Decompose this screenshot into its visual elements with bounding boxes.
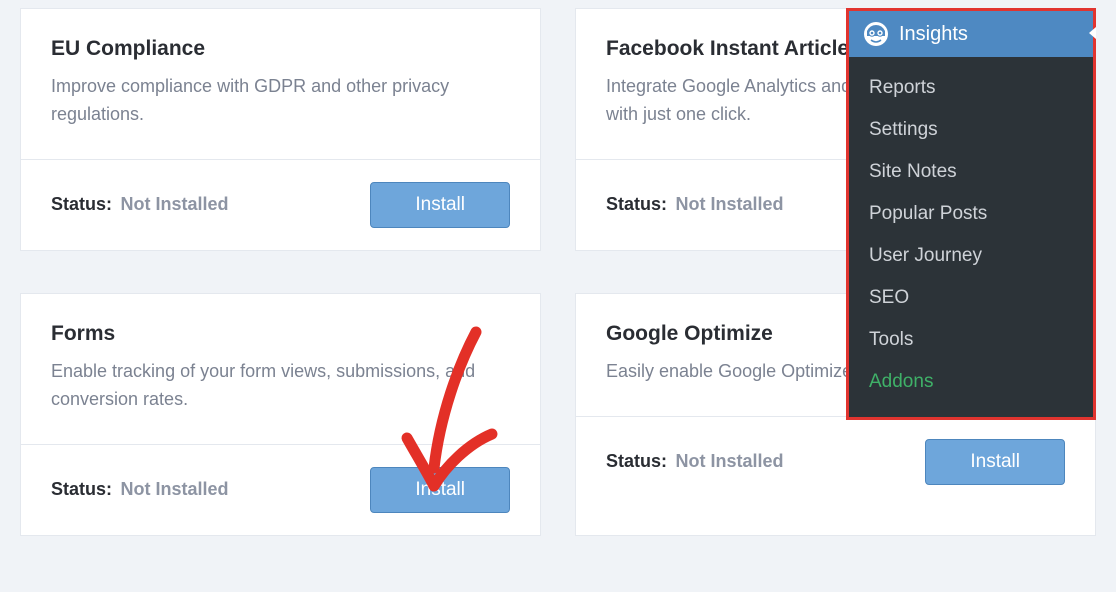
menu-item-settings[interactable]: Settings	[849, 109, 1093, 151]
card-footer: Status: Not Installed Install	[21, 444, 540, 535]
status-label: Status:	[51, 479, 112, 499]
status-value: Not Installed	[675, 451, 783, 471]
install-button[interactable]: Install	[370, 182, 510, 228]
status-value: Not Installed	[120, 479, 228, 499]
status-text: Status: Not Installed	[51, 479, 228, 500]
card-body: Forms Enable tracking of your form views…	[21, 294, 540, 444]
card-title: Forms	[51, 322, 510, 346]
status-label: Status:	[606, 194, 667, 214]
status-text: Status: Not Installed	[51, 194, 228, 215]
status-value: Not Installed	[120, 194, 228, 214]
menu-item-user-journey[interactable]: User Journey	[849, 235, 1093, 277]
card-description: Improve compliance with GDPR and other p…	[51, 73, 510, 129]
addon-card-eu-compliance: EU Compliance Improve compliance with GD…	[20, 8, 541, 251]
menu-item-seo[interactable]: SEO	[849, 277, 1093, 319]
menu-item-site-notes[interactable]: Site Notes	[849, 151, 1093, 193]
menu-item-addons[interactable]: Addons	[849, 361, 1093, 403]
install-button[interactable]: Install	[370, 467, 510, 513]
menu-item-reports[interactable]: Reports	[849, 67, 1093, 109]
status-label: Status:	[51, 194, 112, 214]
status-value: Not Installed	[675, 194, 783, 214]
flyout-title: Insights	[899, 23, 968, 46]
card-footer: Status: Not Installed Install	[21, 159, 540, 250]
flyout-header[interactable]: Insights	[849, 11, 1093, 57]
card-description: Enable tracking of your form views, subm…	[51, 358, 510, 414]
status-text: Status: Not Installed	[606, 451, 783, 472]
insights-flyout-menu: Insights Reports Settings Site Notes Pop…	[846, 8, 1096, 420]
monster-insights-icon	[863, 21, 889, 47]
card-body: EU Compliance Improve compliance with GD…	[21, 9, 540, 159]
status-text: Status: Not Installed	[606, 194, 783, 215]
card-title: EU Compliance	[51, 37, 510, 61]
flyout-menu-list: Reports Settings Site Notes Popular Post…	[849, 57, 1093, 417]
install-button[interactable]: Install	[925, 439, 1065, 485]
addon-card-forms: Forms Enable tracking of your form views…	[20, 293, 541, 536]
card-footer: Status: Not Installed Install	[576, 416, 1095, 507]
menu-item-tools[interactable]: Tools	[849, 319, 1093, 361]
menu-item-popular-posts[interactable]: Popular Posts	[849, 193, 1093, 235]
status-label: Status:	[606, 451, 667, 471]
